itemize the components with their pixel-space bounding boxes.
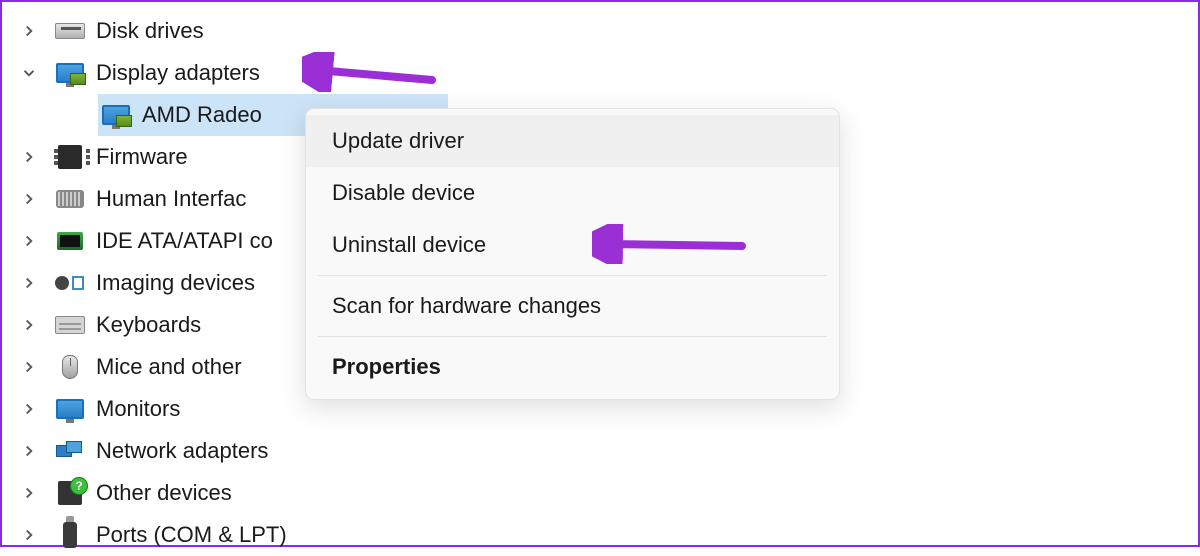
context-menu: Update driver Disable device Uninstall d… [305,108,840,400]
display-adapter-icon [100,99,132,131]
chevron-right-icon[interactable] [16,228,42,254]
tree-item-label: Monitors [96,396,180,422]
tree-item-label: Firmware [96,144,188,170]
menu-item-properties[interactable]: Properties [306,341,839,393]
tree-item-ports[interactable]: Ports (COM & LPT) [16,514,1198,556]
chevron-right-icon[interactable] [16,312,42,338]
display-adapter-icon [54,57,86,89]
chevron-down-icon[interactable] [16,60,42,86]
menu-item-update-driver[interactable]: Update driver [306,115,839,167]
imaging-icon [54,267,86,299]
tree-item-display-adapters[interactable]: Display adapters [16,52,1198,94]
tree-item-label: Disk drives [96,18,204,44]
chevron-right-icon[interactable] [16,480,42,506]
disk-icon [54,15,86,47]
annotation-arrow-icon [302,52,442,92]
hid-icon [54,183,86,215]
menu-separator [318,275,827,276]
tree-item-label: Ports (COM & LPT) [96,522,287,548]
tree-item-label: Other devices [96,480,232,506]
chevron-right-icon[interactable] [16,396,42,422]
annotation-arrow-icon [592,224,752,264]
tree-item-label: IDE ATA/ATAPI co [96,228,273,254]
tree-item-label: AMD Radeo [142,102,262,128]
tree-item-label: Display adapters [96,60,260,86]
menu-separator [318,336,827,337]
ide-icon [54,225,86,257]
menu-item-uninstall-device[interactable]: Uninstall device [306,219,839,271]
monitor-icon [54,393,86,425]
chevron-right-icon[interactable] [16,438,42,464]
tree-item-network[interactable]: Network adapters [16,430,1198,472]
mouse-icon [54,351,86,383]
other-icon [54,477,86,509]
keyboard-icon [54,309,86,341]
chevron-right-icon[interactable] [16,144,42,170]
chevron-right-icon[interactable] [16,18,42,44]
tree-item-disk-drives[interactable]: Disk drives [16,10,1198,52]
tree-item-other[interactable]: Other devices [16,472,1198,514]
chip-icon [54,141,86,173]
menu-item-disable-device[interactable]: Disable device [306,167,839,219]
tree-item-label: Keyboards [96,312,201,338]
chevron-right-icon[interactable] [16,522,42,548]
tree-item-label: Mice and other [96,354,242,380]
tree-item-label: Imaging devices [96,270,255,296]
tree-item-label: Network adapters [96,438,268,464]
chevron-right-icon[interactable] [16,186,42,212]
chevron-right-icon[interactable] [16,270,42,296]
tree-item-label: Human Interfac [96,186,246,212]
network-icon [54,435,86,467]
menu-item-scan-hardware[interactable]: Scan for hardware changes [306,280,839,332]
chevron-right-icon[interactable] [16,354,42,380]
port-icon [54,519,86,551]
